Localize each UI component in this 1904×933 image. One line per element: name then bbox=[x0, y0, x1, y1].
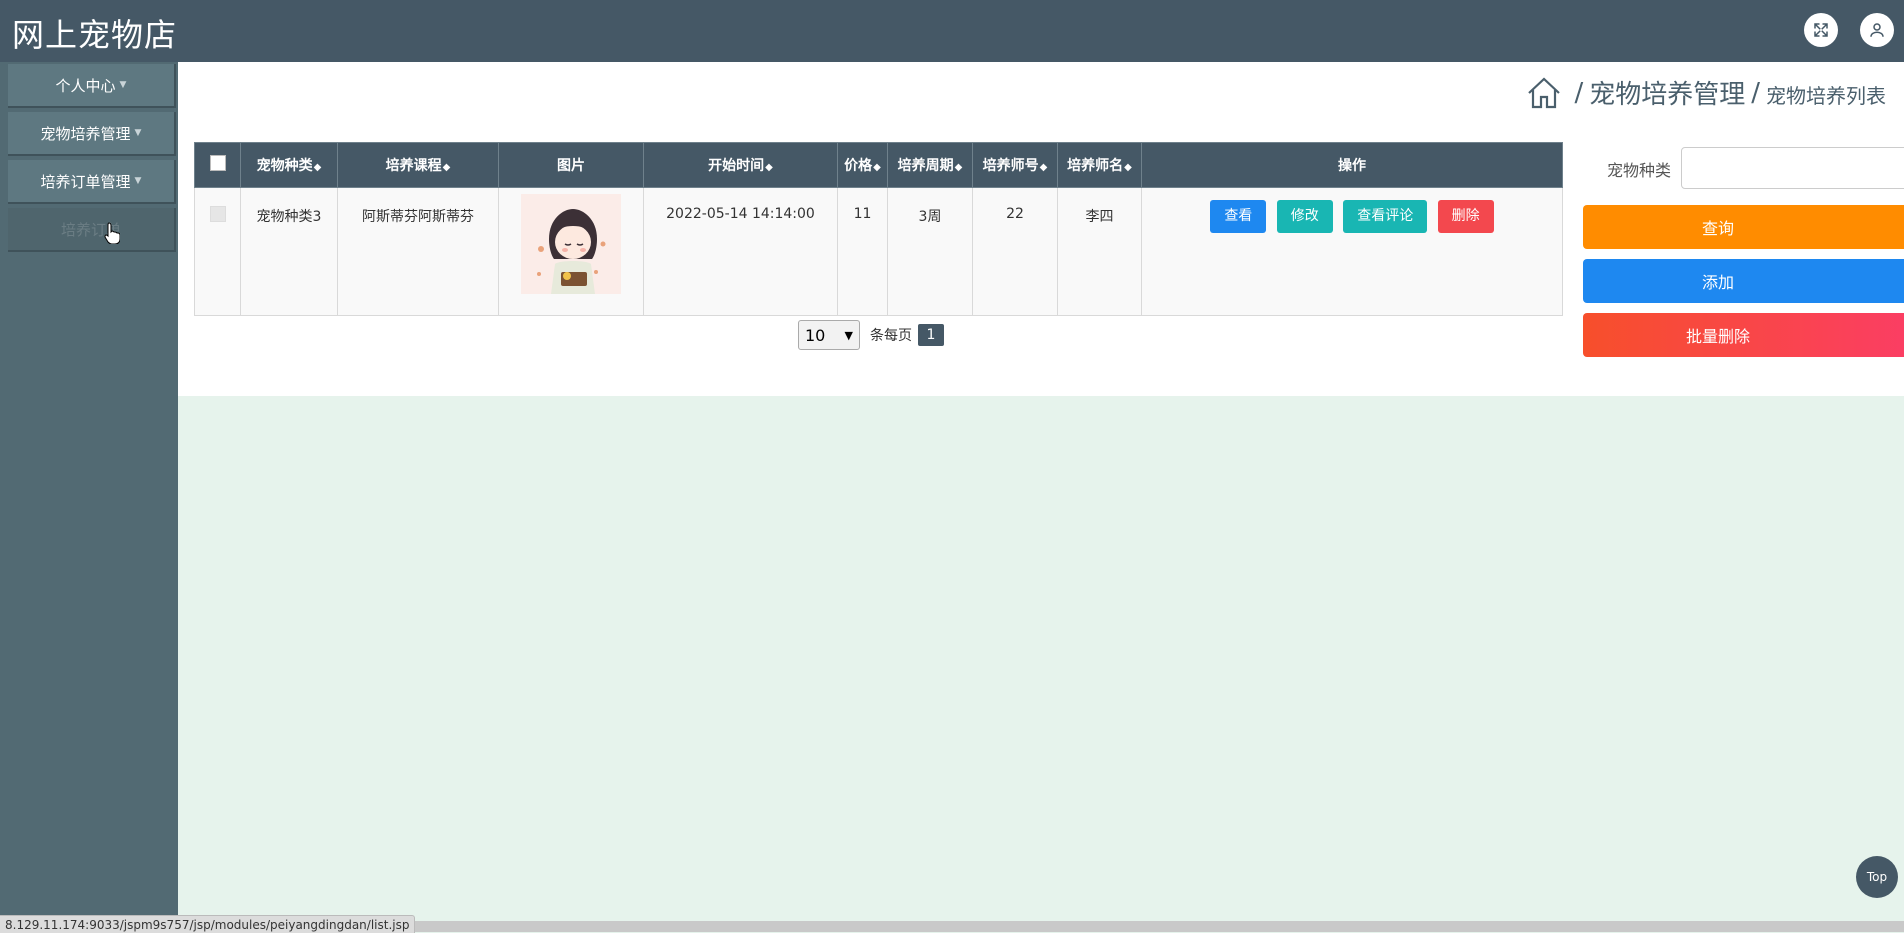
column-header-period[interactable]: 培养周期◆ bbox=[887, 142, 973, 188]
fullscreen-icon[interactable] bbox=[1804, 13, 1838, 47]
chevron-down-icon: ▼ bbox=[134, 128, 142, 138]
top-bar: 网上宠物店 bbox=[0, 0, 1904, 62]
data-table: 宠物种类◆ 培养课程◆ 图片 开始时间◆ 价格◆ 培养周期◆ 培养师号◆ 培养师… bbox=[194, 142, 1563, 316]
per-page-label: 条每页 bbox=[870, 328, 912, 344]
breadcrumb-current: 宠物培养列表 bbox=[1766, 84, 1886, 108]
sort-icon: ◆ bbox=[1124, 162, 1132, 173]
sidebar-item-label: 宠物培养管理 bbox=[40, 124, 131, 143]
pagination: 10 ▼ 条每页 1 bbox=[798, 320, 944, 350]
sidebar-item-training-orders[interactable]: 培养订单管理 ▼ bbox=[8, 160, 176, 204]
cell-price: 11 bbox=[837, 187, 888, 316]
sidebar-item-label: 培养订单管理 bbox=[40, 172, 131, 191]
sort-icon: ◆ bbox=[442, 162, 451, 173]
sidebar-item-pet-training[interactable]: 宠物培养管理 ▼ bbox=[8, 112, 176, 156]
column-header-trainer-name[interactable]: 培养师名◆ bbox=[1057, 142, 1142, 188]
sidebar-subitem-training-order[interactable]: 培养订单 bbox=[8, 208, 176, 252]
status-url: 8.129.11.174:9033/jspm9s757/jsp/modules/… bbox=[0, 915, 416, 933]
chevron-down-icon: ▼ bbox=[119, 80, 127, 90]
edit-button[interactable]: 修改 bbox=[1276, 200, 1333, 233]
sidebar: 个人中心 ▼ 宠物培养管理 ▼ 培养订单管理 ▼ 培养订单 bbox=[0, 62, 178, 932]
sort-icon: ◆ bbox=[873, 162, 881, 173]
table-header-row: 宠物种类◆ 培养课程◆ 图片 开始时间◆ 价格◆ 培养周期◆ 培养师号◆ 培养师… bbox=[194, 142, 1563, 188]
select-all-cell bbox=[194, 142, 241, 188]
cell-course: 阿斯蒂芬阿斯蒂芬 bbox=[337, 187, 499, 316]
column-header-trainer-no[interactable]: 培养师号◆ bbox=[972, 142, 1058, 188]
page-size-select[interactable]: 10 ▼ bbox=[798, 320, 860, 350]
cell-category: 宠物种类3 bbox=[240, 187, 338, 316]
breadcrumb-separator: / bbox=[1574, 77, 1584, 108]
select-all-checkbox[interactable] bbox=[209, 155, 226, 171]
breadcrumb-section[interactable]: 宠物培养管理 bbox=[1589, 74, 1745, 111]
sort-icon: ◆ bbox=[765, 162, 773, 173]
column-header-category[interactable]: 宠物种类◆ bbox=[240, 142, 338, 188]
cell-trainer-name: 李四 bbox=[1057, 187, 1142, 316]
sort-icon: ◆ bbox=[313, 162, 322, 173]
pet-image bbox=[521, 194, 621, 294]
column-header-image: 图片 bbox=[498, 142, 644, 188]
sidebar-item-personal-center[interactable]: 个人中心 ▼ bbox=[8, 64, 176, 108]
search-label: 宠物种类 bbox=[1607, 161, 1672, 180]
cell-period: 3周 bbox=[887, 187, 973, 316]
chevron-down-icon: ▼ bbox=[844, 328, 853, 342]
table-row: 宠物种类3 阿斯蒂芬阿斯蒂芬 2022-05-14 14:14:00 11 3周… bbox=[194, 187, 1563, 316]
row-select-cell bbox=[194, 187, 241, 316]
sort-icon: ◆ bbox=[1039, 162, 1048, 173]
column-header-actions: 操作 bbox=[1141, 142, 1563, 188]
sidebar-item-label: 个人中心 bbox=[55, 76, 116, 95]
chevron-down-icon: ▼ bbox=[134, 176, 142, 186]
breadcrumb-separator: / bbox=[1751, 77, 1760, 108]
hand-cursor-icon bbox=[104, 222, 120, 244]
view-button[interactable]: 查看 bbox=[1210, 200, 1267, 233]
cell-image bbox=[498, 187, 644, 316]
cell-actions: 查看 修改 查看评论 删除 bbox=[1141, 187, 1563, 316]
batch-delete-button[interactable]: 批量删除 bbox=[1583, 313, 1904, 357]
app-title: 网上宠物店 bbox=[12, 16, 178, 54]
user-avatar-icon[interactable] bbox=[1860, 13, 1894, 47]
cell-trainer-no: 22 bbox=[972, 187, 1058, 316]
delete-button[interactable]: 删除 bbox=[1437, 200, 1494, 233]
home-icon[interactable] bbox=[1526, 75, 1562, 111]
sort-icon: ◆ bbox=[954, 162, 963, 173]
column-header-course[interactable]: 培养课程◆ bbox=[337, 142, 499, 188]
page-size-value: 10 bbox=[805, 325, 826, 345]
view-comments-button[interactable]: 查看评论 bbox=[1343, 200, 1428, 233]
search-input[interactable] bbox=[1681, 147, 1904, 189]
row-checkbox[interactable] bbox=[209, 206, 226, 222]
page-number-current[interactable]: 1 bbox=[918, 324, 944, 346]
add-button[interactable]: 添加 bbox=[1583, 259, 1904, 303]
query-button[interactable]: 查询 bbox=[1583, 205, 1904, 249]
column-header-price[interactable]: 价格◆ bbox=[837, 142, 888, 188]
breadcrumb: / 宠物培养管理 / 宠物培养列表 bbox=[1526, 74, 1886, 111]
column-header-start-time[interactable]: 开始时间◆ bbox=[643, 142, 838, 188]
cell-start-time: 2022-05-14 14:14:00 bbox=[643, 187, 838, 316]
back-to-top-button[interactable]: Top bbox=[1856, 856, 1898, 898]
